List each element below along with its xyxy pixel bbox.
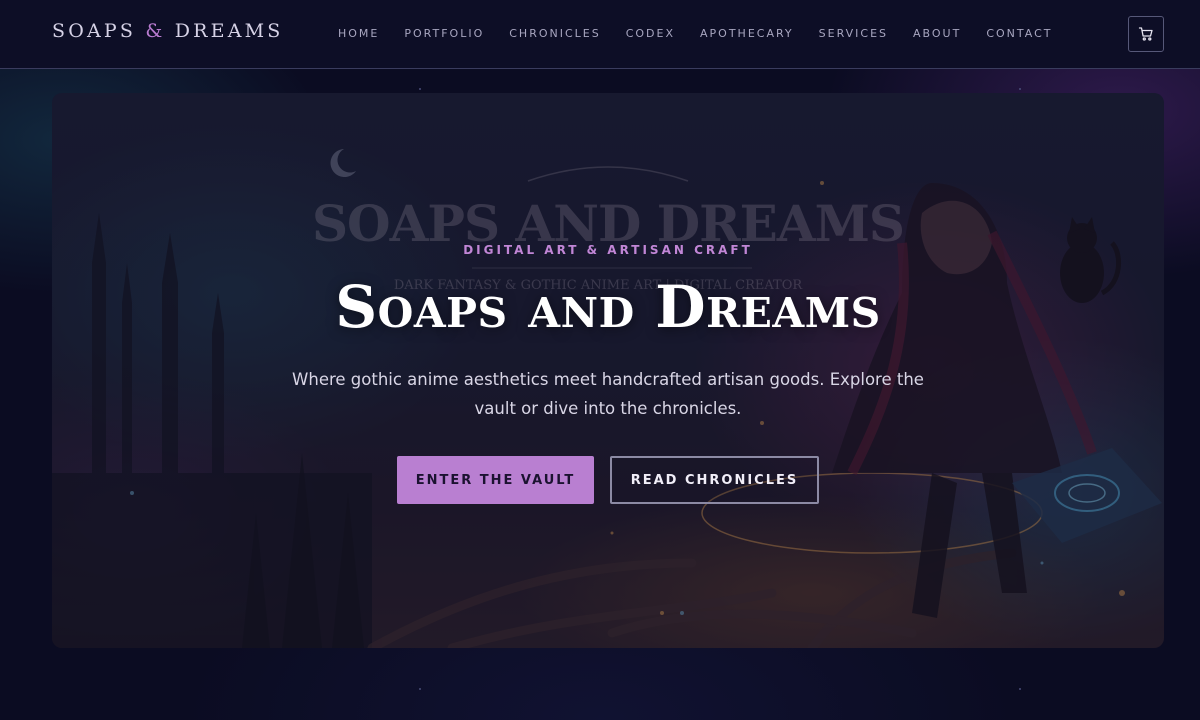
nav-item-apothecary[interactable]: APOTHECARY (700, 27, 794, 40)
nav-item-codex[interactable]: CODEX (626, 27, 675, 40)
nav-item-home[interactable]: HOME (338, 27, 379, 40)
shopping-cart-icon (1138, 27, 1153, 41)
nav-item-portfolio[interactable]: PORTFOLIO (404, 27, 484, 40)
hero-title: Soaps and Dreams (335, 273, 881, 341)
hero-subtitle: Where gothic anime aesthetics meet handc… (292, 370, 924, 418)
nav-item-services[interactable]: SERVICES (819, 27, 888, 40)
read-chronicles-button[interactable]: READ CHRONICLES (610, 456, 819, 504)
nav-item-about[interactable]: ABOUT (913, 27, 961, 40)
star-dot (419, 688, 421, 690)
main-nav: HOME PORTFOLIO CHRONICLES CODEX APOTHECA… (338, 27, 1052, 40)
nav-item-contact[interactable]: CONTACT (986, 27, 1052, 40)
cart-button[interactable] (1128, 16, 1164, 52)
star-dot (1019, 88, 1021, 90)
hero-banner: SOAPS AND DREAMS DARK FANTASY & GOTHIC A… (52, 93, 1164, 648)
nav-item-chronicles[interactable]: CHRONICLES (509, 27, 600, 40)
enter-vault-button[interactable]: ENTER THE VAULT (397, 456, 594, 504)
site-header: SOAPS & DREAMS HOME PORTFOLIO CHRONICLES… (0, 0, 1200, 69)
hero-eyebrow: DIGITAL ART & ARTISAN CRAFT (463, 243, 753, 257)
star-dot (419, 88, 421, 90)
logo-text-soaps: SOAPS (52, 20, 146, 42)
site-logo[interactable]: SOAPS & DREAMS (52, 20, 284, 42)
logo-text-dreams: DREAMS (165, 20, 284, 42)
star-dot (1019, 688, 1021, 690)
logo-ampersand: & (145, 20, 166, 42)
